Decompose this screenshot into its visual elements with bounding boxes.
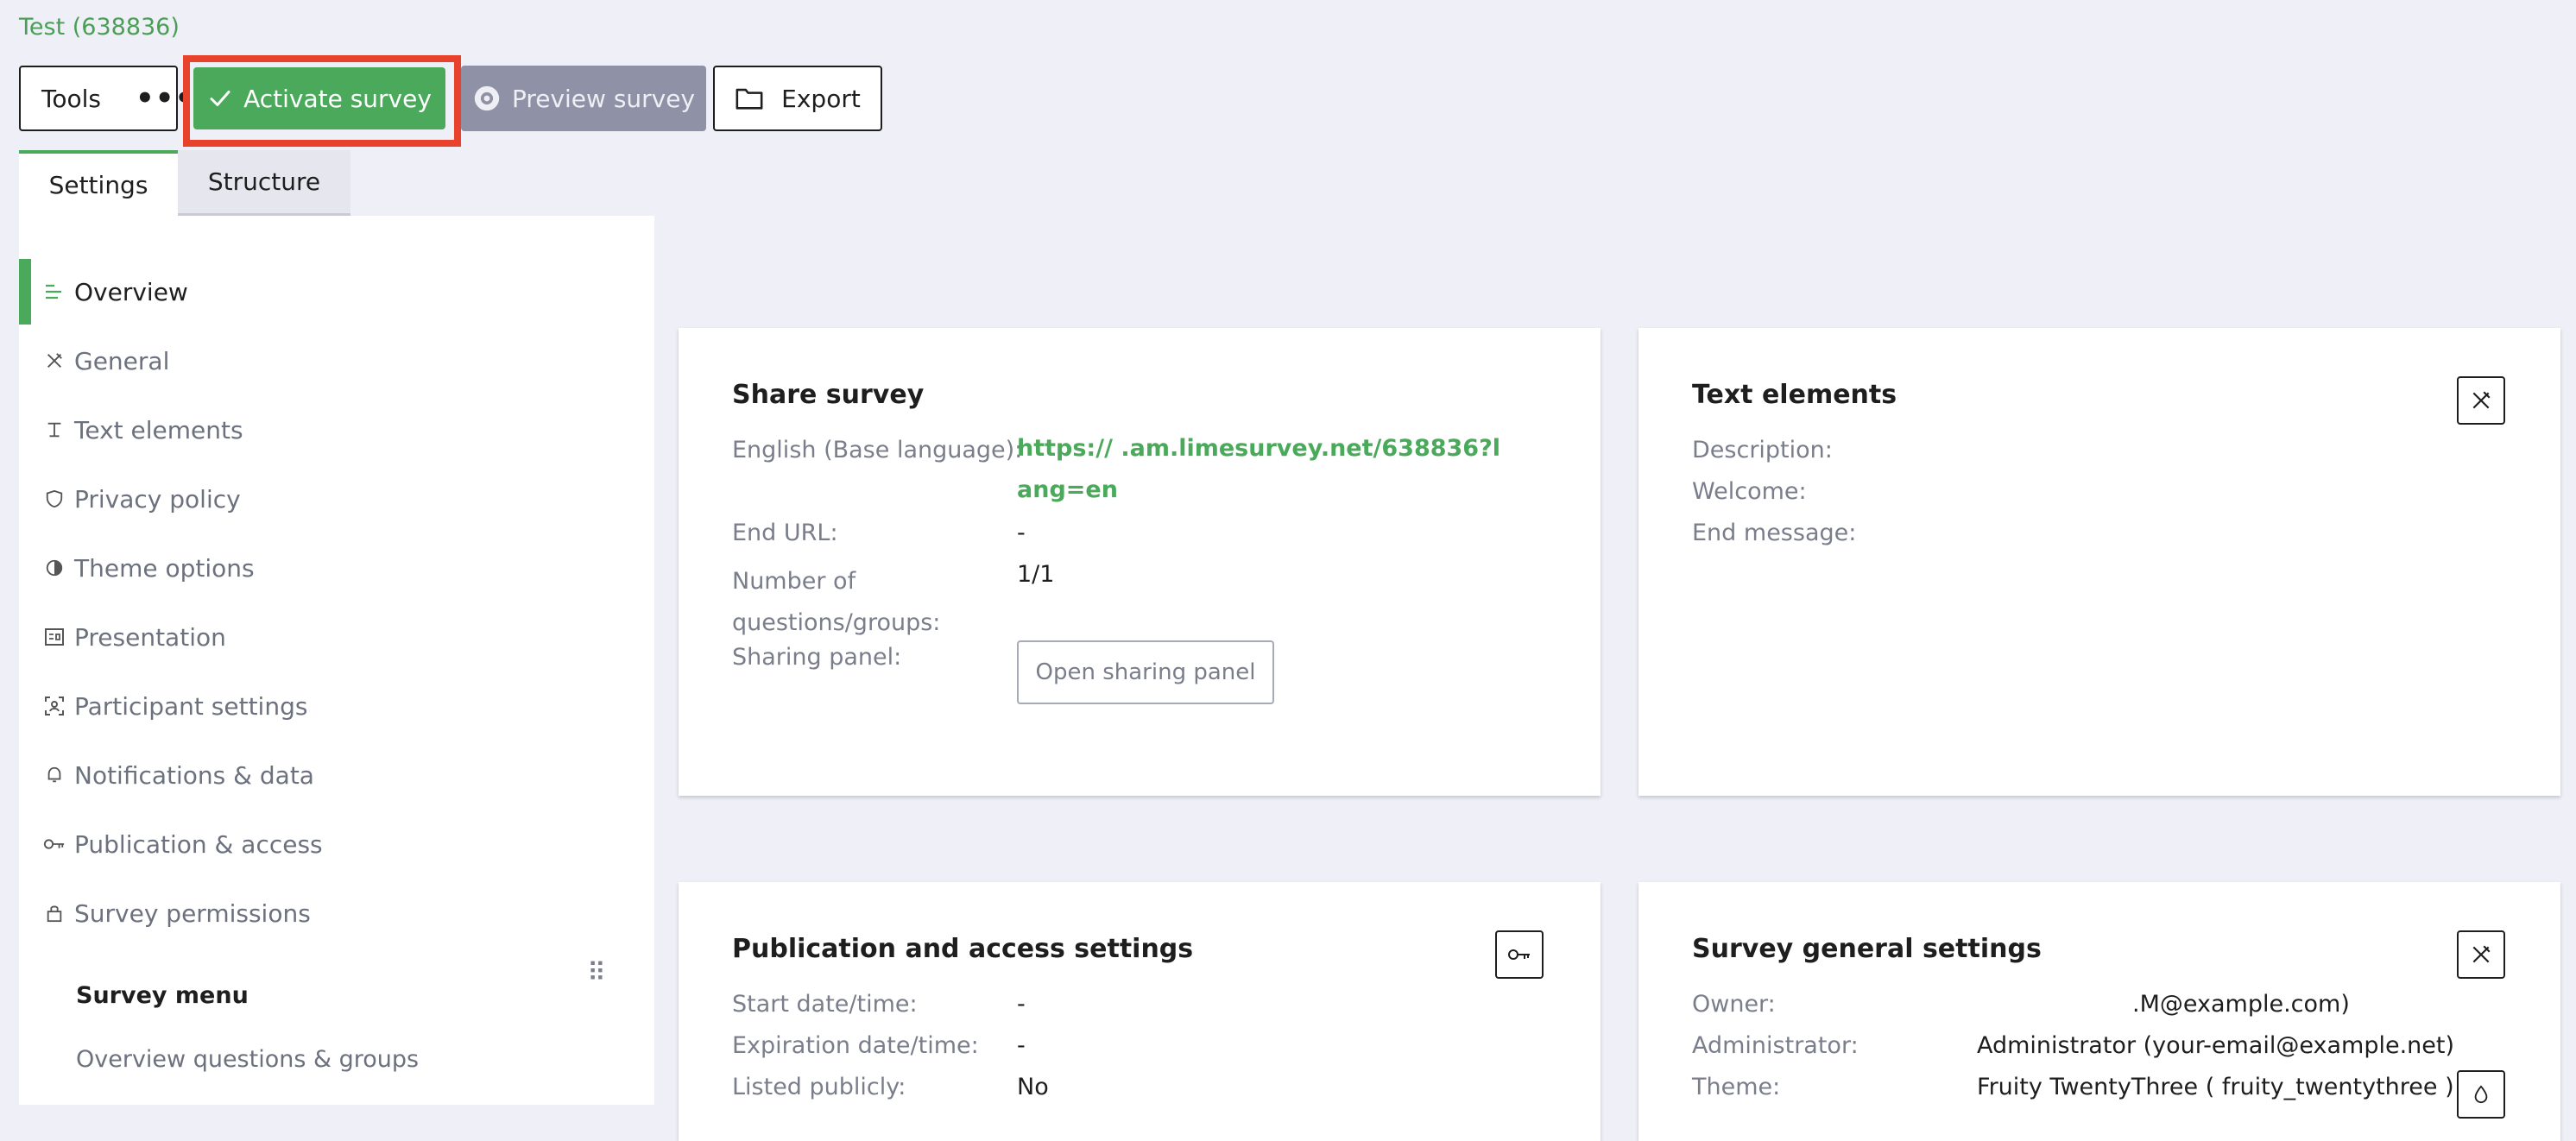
sidebar-item-theme-options[interactable]: Theme options [19, 535, 654, 601]
start-date-value: - [1017, 991, 1026, 1018]
sharing-panel-label: Sharing panel: [732, 644, 902, 671]
sidebar-item-notifications[interactable]: Notifications & data [19, 742, 654, 808]
presentation-icon [41, 627, 67, 646]
tools-icon [2472, 945, 2491, 963]
lock-icon [41, 903, 67, 924]
general-settings-title: Survey general settings [1692, 934, 2042, 964]
key-icon [1508, 949, 1530, 960]
settings-sidebar: Overview General Text elements Privacy p… [19, 216, 654, 1105]
base-language-label: English (Base language): [732, 437, 1023, 463]
end-url-label: End URL: [732, 520, 838, 546]
contrast-icon [41, 558, 67, 577]
administrator-label: Administrator: [1692, 1032, 1859, 1059]
export-button[interactable]: Export [713, 66, 882, 131]
tools-label: Tools [41, 84, 101, 113]
publication-access-title: Publication and access settings [732, 934, 1194, 964]
general-settings-edit-button[interactable] [2457, 930, 2505, 979]
tools-icon [2472, 391, 2491, 409]
breadcrumb-survey-title[interactable]: Test (638836) [19, 14, 180, 41]
sidebar-item-label: General [74, 346, 170, 375]
listed-publicly-label: Listed publicly: [732, 1074, 906, 1100]
publication-access-edit-button[interactable] [1495, 930, 1544, 979]
theme-label: Theme: [1692, 1074, 1781, 1100]
preview-survey-button[interactable]: Preview survey [461, 66, 706, 131]
sidebar-item-label: Overview [74, 277, 188, 306]
overview-questions-groups-link[interactable]: Overview questions & groups [76, 1046, 419, 1073]
sidebar-item-privacy-policy[interactable]: Privacy policy [19, 466, 654, 532]
sidebar-item-label: Presentation [74, 622, 226, 652]
end-url-value: - [1017, 520, 1026, 546]
share-survey-title: Share survey [732, 380, 925, 410]
checkmark-icon [210, 91, 230, 106]
overview-icon [41, 281, 67, 302]
open-sharing-panel-button[interactable]: Open sharing panel [1017, 640, 1274, 704]
tools-button[interactable]: Tools ••• [19, 66, 193, 131]
text-elements-edit-button[interactable] [2457, 376, 2505, 425]
shield-icon [41, 489, 67, 509]
sidebar-item-participant-settings[interactable]: Participant settings [19, 673, 654, 739]
key-icon [41, 836, 67, 852]
survey-menu-heading: Survey menu [76, 982, 249, 1009]
expiration-date-value: - [1017, 1032, 1026, 1059]
start-date-label: Start date/time: [732, 991, 918, 1018]
sidebar-item-label: Theme options [74, 553, 255, 583]
sidebar-item-label: Publication & access [74, 829, 323, 859]
preview-survey-label: Preview survey [511, 84, 696, 113]
tab-settings[interactable]: Settings [19, 150, 178, 216]
export-label: Export [781, 84, 861, 113]
eye-icon [474, 85, 500, 111]
sidebar-item-label: Notifications & data [74, 760, 314, 790]
expiration-date-label: Expiration date/time: [732, 1032, 979, 1059]
question-count-value: 1/1 [1017, 561, 1055, 588]
sidebar-item-overview[interactable]: Overview [19, 259, 654, 325]
bell-icon [41, 765, 67, 785]
theme-edit-button[interactable] [2457, 1070, 2505, 1119]
share-survey-card: Share survey English (Base language): ht… [679, 328, 1601, 796]
droplet-icon [2474, 1085, 2488, 1104]
folder-icon [736, 88, 763, 110]
sidebar-item-publication-access[interactable]: Publication & access [19, 811, 654, 877]
participant-icon [41, 696, 67, 716]
sidebar-item-general[interactable]: General [19, 328, 654, 394]
owner-value: .M@example.com) [2132, 991, 2350, 1018]
sidebar-item-presentation[interactable]: Presentation [19, 604, 654, 670]
administrator-value: Administrator (your-email@example.net) [1977, 1032, 2454, 1059]
sidebar-item-label: Participant settings [74, 691, 308, 721]
drag-handle-icon[interactable]: ⠿ [587, 958, 606, 988]
survey-general-settings-card: Survey general settings Owner: .M@exampl… [1638, 882, 2560, 1141]
text-elements-card: Text elements Description: Welcome: End … [1638, 328, 2560, 796]
publication-access-card: Publication and access settings Start da… [679, 882, 1601, 1141]
end-message-label: End message: [1692, 520, 1857, 546]
activate-survey-button[interactable]: Activate survey [193, 67, 445, 129]
theme-value: Fruity TwentyThree ( fruity_twentythree … [1977, 1074, 2454, 1100]
tab-structure[interactable]: Structure [178, 150, 350, 216]
owner-label: Owner: [1692, 991, 1776, 1018]
text-elements-title: Text elements [1692, 380, 1897, 410]
welcome-label: Welcome: [1692, 478, 1807, 505]
description-label: Description: [1692, 437, 1833, 463]
sidebar-item-label: Text elements [74, 415, 243, 444]
sidebar-item-text-elements[interactable]: Text elements [19, 397, 654, 463]
tools-icon [41, 351, 67, 370]
text-icon [41, 420, 67, 439]
question-count-label: Number of questions/groups: [732, 568, 941, 636]
sidebar-item-label: Survey permissions [74, 898, 311, 928]
listed-publicly-value: No [1017, 1074, 1049, 1100]
sidebar-item-survey-permissions[interactable]: Survey permissions [19, 880, 654, 946]
sidebar-item-label: Privacy policy [74, 484, 241, 514]
survey-url-link[interactable]: https:// .am.limesurvey.net/638836?lang=… [1017, 428, 1500, 511]
activate-survey-label: Activate survey [243, 84, 432, 113]
